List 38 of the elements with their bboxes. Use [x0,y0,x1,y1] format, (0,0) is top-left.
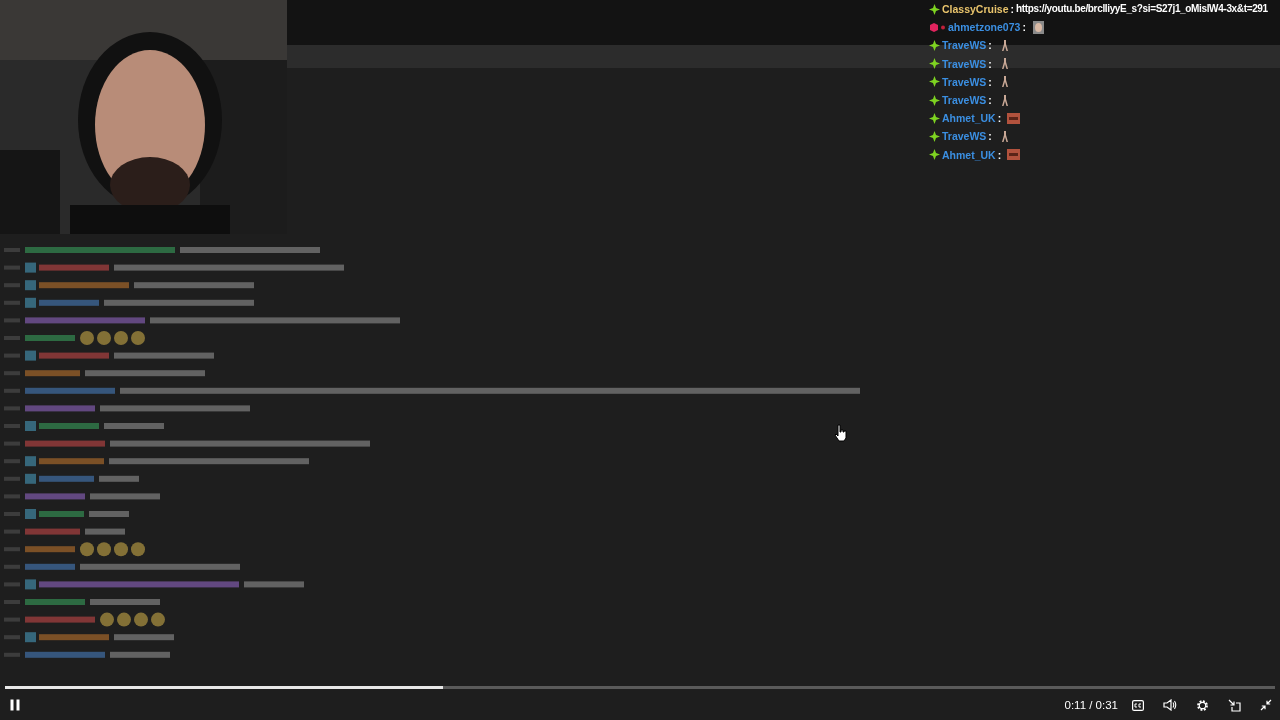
separator-colon: : [988,74,992,90]
portrait-emote-icon [1031,20,1045,34]
hand-cursor-icon [834,424,848,442]
chat-username: TraveWS [942,56,987,72]
time-display: 0:11 / 0:31 [1064,697,1118,713]
captions-button[interactable] [1130,697,1146,714]
chat-username: TraveWS [942,93,987,108]
chat-username: TraveWS [942,74,987,90]
separator-colon: : [988,129,992,145]
gem-badge-icon [929,21,946,33]
brick-emote-icon [1007,148,1021,162]
separator-colon: : [1010,2,1015,17]
plus-badge-icon [929,76,940,88]
separator-colon: : [988,93,992,108]
settings-button[interactable] [1194,697,1210,714]
plus-badge-icon [929,112,940,124]
plus-badge-icon [929,94,940,106]
separator-colon: : [988,38,992,54]
separator-colon: : [988,56,992,72]
pause-button[interactable] [8,698,22,713]
miniplayer-button[interactable] [1226,697,1242,714]
plus-badge-icon [929,58,940,70]
chat-username: TraveWS [942,38,987,54]
separator-colon: : [997,147,1002,163]
plus-badge-icon [929,149,940,161]
chat-username: ClassyCruise [942,2,1009,17]
chat-username: Ahmet_UK [942,111,996,127]
chat-username: Ahmet_UK [942,147,996,163]
plus-badge-icon [929,131,940,142]
separator-colon: : [1022,20,1026,36]
plus-badge-icon [929,3,940,15]
brick-emote-icon [1007,111,1021,125]
chat-username: ahmetzone073 [948,20,1021,36]
separator-colon: : [997,111,1002,127]
plus-badge-icon [929,40,940,51]
chat-message: https://youtu.be/brclIiyyE_s?si=S27j1_oMislW4-3x&t=291 [1016,2,1268,16]
chat-username: TraveWS [942,129,987,145]
volume-button[interactable] [1162,697,1178,714]
